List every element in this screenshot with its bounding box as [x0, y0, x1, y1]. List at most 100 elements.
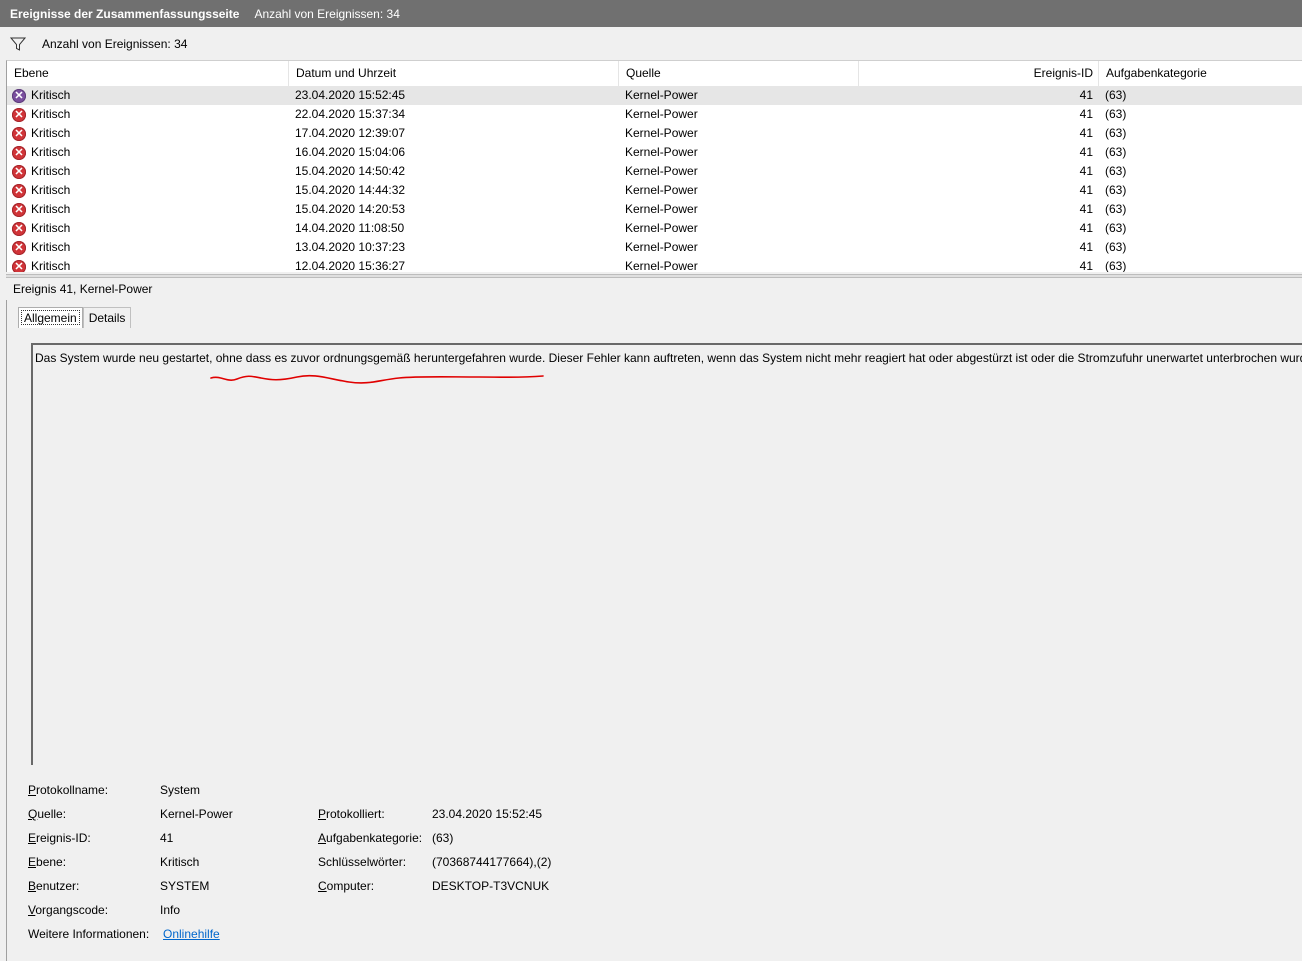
- critical-error-icon: ✕: [12, 145, 26, 160]
- level-text: Kritisch: [31, 126, 71, 140]
- task-category-value: (63): [432, 831, 454, 845]
- table-row[interactable]: ✕ Kritisch 15.04.2020 14:20:53 Kernel-Power…: [7, 200, 1302, 219]
- cell-task-category: (63): [1105, 145, 1127, 159]
- cell-date: 14.04.2020 11:08:50: [295, 221, 405, 235]
- level-text: Kritisch: [31, 107, 71, 121]
- event-detail-title: Ereignis 41, Kernel-Power: [13, 282, 153, 296]
- column-header-source[interactable]: Quelle: [619, 61, 859, 86]
- cell-event-id: 41: [1079, 164, 1093, 178]
- event-detail-panel: Allgemein Details Das System wurde neu g…: [6, 300, 1302, 961]
- critical-error-icon: ✕: [12, 221, 26, 236]
- event-id-label: Ereignis-ID:: [28, 831, 91, 845]
- cell-level: ✕ Kritisch: [12, 257, 70, 272]
- event-description: Das System wurde neu gestartet, ohne das…: [35, 351, 1302, 365]
- critical-error-icon: ✕: [12, 183, 26, 198]
- summary-title-bar: Ereignisse der Zusammenfassungsseite Anz…: [0, 0, 1302, 27]
- cell-task-category: (63): [1105, 240, 1127, 254]
- cell-source: Kernel-Power: [625, 183, 698, 197]
- pane-splitter[interactable]: [6, 274, 1302, 278]
- table-row[interactable]: ✕ Kritisch 16.04.2020 15:04:06 Kernel-Power…: [7, 143, 1302, 162]
- column-header-date[interactable]: Datum und Uhrzeit: [289, 61, 619, 86]
- detail-tabs: Allgemein Details: [18, 307, 132, 328]
- cell-source: Kernel-Power: [625, 107, 698, 121]
- column-header-level[interactable]: Ebene: [7, 61, 289, 86]
- event-description-box[interactable]: Das System wurde neu gestartet, ohne das…: [31, 343, 1302, 765]
- log-name-value: System: [160, 783, 201, 797]
- tab-details[interactable]: Details: [82, 307, 132, 328]
- logged-value: 23.04.2020 15:52:45: [432, 807, 543, 821]
- events-table: Ebene Datum und Uhrzeit Quelle Ereignis-…: [6, 60, 1302, 272]
- cell-event-id: 41: [1079, 88, 1093, 102]
- event-id-value: 41: [160, 831, 174, 845]
- cell-date: 15.04.2020 14:20:53: [295, 202, 406, 216]
- critical-error-icon: ✕: [12, 240, 26, 255]
- cell-event-id: 41: [1079, 202, 1093, 216]
- logged-label: Protokolliert:: [318, 807, 385, 821]
- tab-general[interactable]: Allgemein: [18, 307, 83, 328]
- column-header-event-id[interactable]: Ereignis-ID: [859, 61, 1099, 86]
- table-row[interactable]: ✕ Kritisch 12.04.2020 15:36:27 Kernel-Power…: [7, 257, 1302, 272]
- table-row[interactable]: ✕ Kritisch 13.04.2020 10:37:23 Kernel-Power…: [7, 238, 1302, 257]
- cell-date: 15.04.2020 14:50:42: [295, 164, 406, 178]
- cell-task-category: (63): [1105, 259, 1127, 272]
- level-text: Kritisch: [31, 88, 71, 102]
- cell-source: Kernel-Power: [625, 240, 698, 254]
- table-row[interactable]: ✕ Kritisch 15.04.2020 14:44:32 Kernel-Power…: [7, 181, 1302, 200]
- table-row[interactable]: ✕ Kritisch 14.04.2020 11:08:50 Kernel-Power…: [7, 219, 1302, 238]
- column-header-task-category[interactable]: Aufgabenkategorie: [1099, 61, 1302, 86]
- critical-error-icon: ✕: [12, 259, 26, 272]
- cell-source: Kernel-Power: [625, 88, 698, 102]
- source-label: Quelle:: [28, 807, 67, 821]
- keywords-value: (70368744177664),(2): [432, 855, 552, 869]
- table-row[interactable]: ✕ Kritisch 15.04.2020 14:50:42 Kernel-Power…: [7, 162, 1302, 181]
- cell-source: Kernel-Power: [625, 164, 698, 178]
- table-row[interactable]: ✕ Kritisch 22.04.2020 15:37:34 Kernel-Power…: [7, 105, 1302, 124]
- table-row[interactable]: ✕ Kritisch 23.04.2020 15:52:45 Kernel-Power…: [7, 86, 1302, 105]
- table-body: ✕ Kritisch 23.04.2020 15:52:45 Kernel-Power…: [7, 86, 1302, 272]
- cell-date: 15.04.2020 14:44:32: [295, 183, 406, 197]
- cell-level: ✕ Kritisch: [12, 181, 70, 200]
- level-text: Kritisch: [31, 183, 71, 197]
- level-text: Kritisch: [31, 164, 71, 178]
- cell-task-category: (63): [1105, 126, 1127, 140]
- filter-bar: Anzahl von Ereignissen: 34: [6, 30, 1302, 58]
- summary-title: Ereignisse der Zusammenfassungsseite: [10, 6, 240, 21]
- keywords-label: Schlüsselwörter:: [318, 855, 407, 869]
- filter-icon[interactable]: [9, 36, 27, 52]
- cell-task-category: (63): [1105, 183, 1127, 197]
- cell-level: ✕ Kritisch: [12, 219, 70, 238]
- cell-source: Kernel-Power: [625, 259, 698, 272]
- critical-error-icon: ✕: [12, 107, 26, 122]
- more-info-label: Weitere Informationen:: [28, 927, 150, 941]
- table-header: Ebene Datum und Uhrzeit Quelle Ereignis-…: [7, 61, 1302, 86]
- cell-event-id: 41: [1079, 183, 1093, 197]
- cell-source: Kernel-Power: [625, 202, 698, 216]
- user-label: Benutzer:: [28, 879, 80, 893]
- cell-source: Kernel-Power: [625, 221, 698, 235]
- cell-date: 22.04.2020 15:37:34: [295, 107, 406, 121]
- cell-source: Kernel-Power: [625, 126, 698, 140]
- level-text: Kritisch: [31, 145, 71, 159]
- source-value: Kernel-Power: [160, 807, 233, 821]
- cell-event-id: 41: [1079, 240, 1093, 254]
- online-help-link[interactable]: Onlinehilfe: [163, 927, 220, 941]
- cell-level: ✕ Kritisch: [12, 143, 70, 162]
- table-row[interactable]: ✕ Kritisch 17.04.2020 12:39:07 Kernel-Power…: [7, 124, 1302, 143]
- critical-error-icon: ✕: [12, 202, 26, 217]
- cell-task-category: (63): [1105, 107, 1127, 121]
- cell-source: Kernel-Power: [625, 145, 698, 159]
- cell-task-category: (63): [1105, 221, 1127, 235]
- filter-event-count: Anzahl von Ereignissen: 34: [42, 37, 188, 51]
- cell-event-id: 41: [1079, 221, 1093, 235]
- computer-value: DESKTOP-T3VCNUK: [432, 879, 550, 893]
- summary-event-count: Anzahl von Ereignissen: 34: [254, 6, 400, 21]
- cell-date: 12.04.2020 15:36:27: [295, 259, 406, 272]
- level-text: Kritisch: [31, 259, 71, 272]
- cell-level: ✕ Kritisch: [12, 105, 70, 124]
- computer-label: Computer:: [318, 879, 375, 893]
- cell-level: ✕ Kritisch: [12, 238, 70, 257]
- opcode-label: Vorgangscode:: [28, 903, 109, 917]
- cell-level: ✕ Kritisch: [12, 124, 70, 143]
- user-value: SYSTEM: [160, 879, 210, 893]
- cell-event-id: 41: [1079, 145, 1093, 159]
